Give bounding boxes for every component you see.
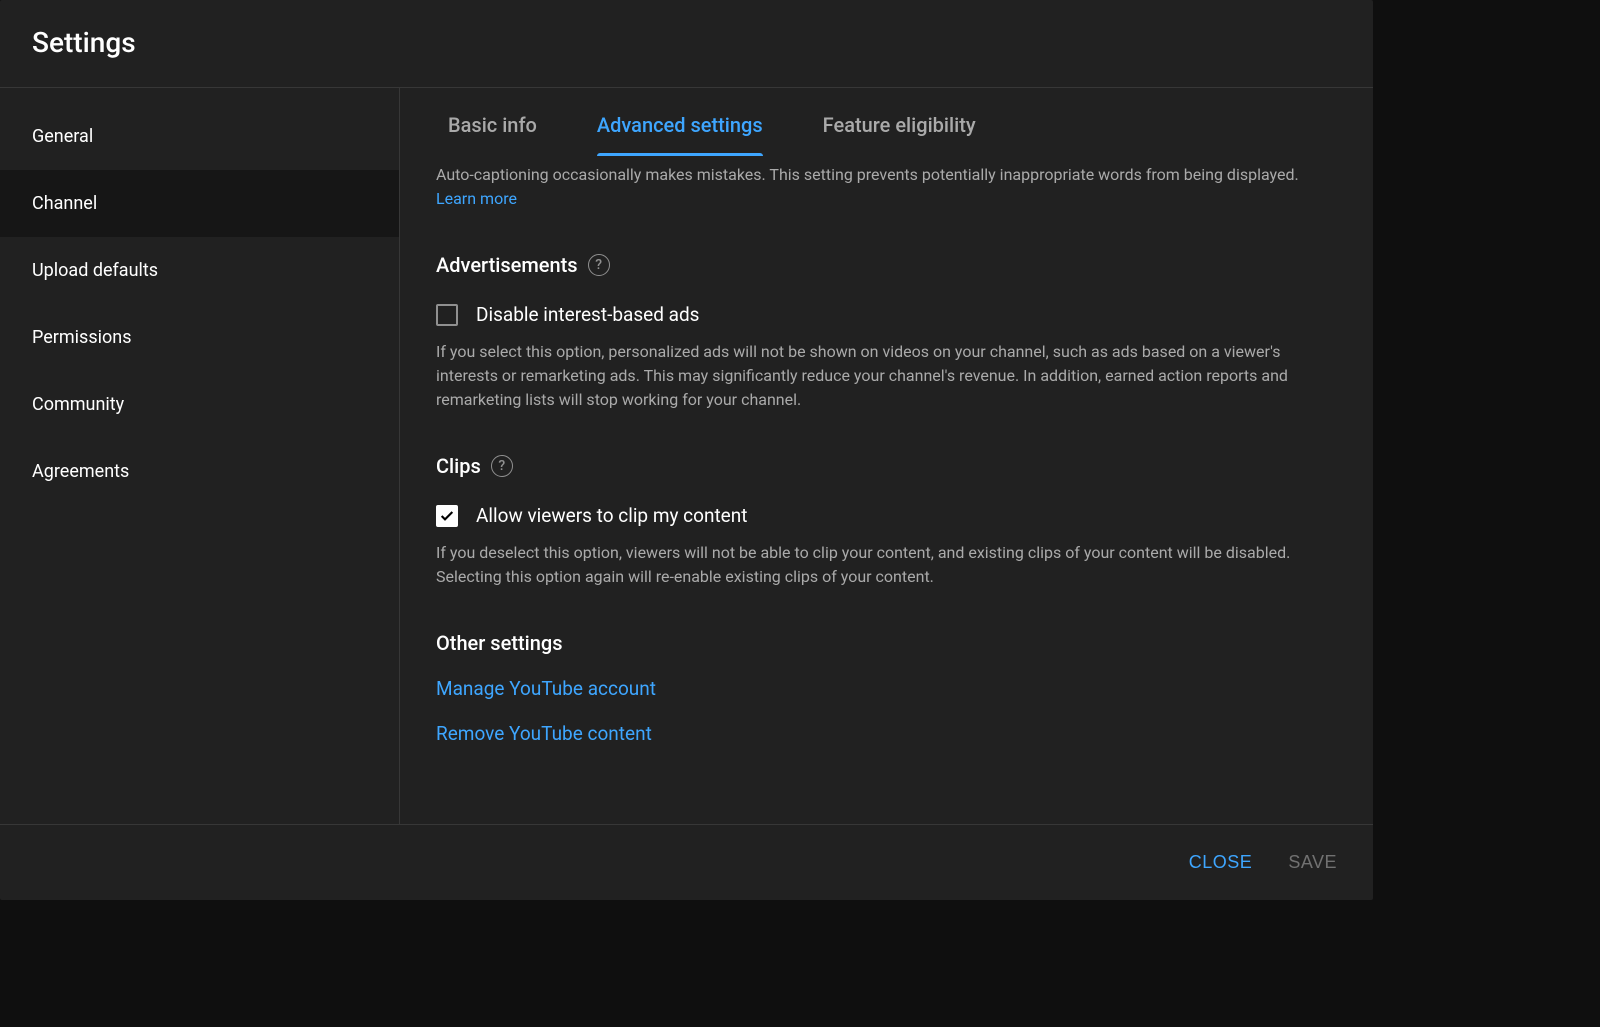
settings-scroll-area[interactable]: Auto-captioning occasionally makes mista… — [400, 155, 1373, 824]
help-icon[interactable]: ? — [588, 254, 610, 276]
disable-interest-ads-option[interactable]: Disable interest-based ads — [436, 303, 1325, 326]
sidebar-item-channel[interactable]: Channel — [0, 170, 399, 237]
sidebar-item-label: General — [32, 126, 93, 147]
remove-content-link[interactable]: Remove YouTube content — [436, 722, 1325, 745]
allow-clips-checkbox[interactable] — [436, 505, 458, 527]
sidebar-item-label: Community — [32, 394, 124, 415]
sidebar-item-label: Agreements — [32, 461, 129, 482]
clips-section: Clips ? Allow viewers to clip my content… — [436, 454, 1325, 589]
clips-title: Clips — [436, 454, 481, 478]
save-button: Save — [1288, 852, 1337, 873]
dialog-header: Settings — [0, 0, 1373, 88]
other-settings-section: Other settings Manage YouTube account Re… — [436, 631, 1325, 745]
advertisements-title: Advertisements — [436, 253, 578, 277]
help-icon[interactable]: ? — [491, 455, 513, 477]
section-title-row: Clips ? — [436, 454, 1325, 478]
manage-account-link[interactable]: Manage YouTube account — [436, 677, 1325, 700]
autocaption-hint-text: Auto-captioning occasionally makes mista… — [436, 165, 1299, 184]
learn-more-link[interactable]: Learn more — [436, 189, 517, 208]
dialog-body: General Channel Upload defaults Permissi… — [0, 88, 1373, 824]
settings-sidebar: General Channel Upload defaults Permissi… — [0, 88, 400, 824]
tab-basic-info[interactable]: Basic info — [448, 113, 537, 155]
dialog-footer: Close Save — [0, 824, 1373, 900]
tab-bar: Basic info Advanced settings Feature eli… — [400, 88, 1373, 155]
sidebar-item-permissions[interactable]: Permissions — [0, 304, 399, 371]
advertisements-description: If you select this option, personalized … — [436, 340, 1325, 412]
tab-advanced-settings[interactable]: Advanced settings — [597, 113, 763, 155]
sidebar-item-label: Upload defaults — [32, 260, 158, 281]
tab-label: Advanced settings — [597, 113, 763, 137]
allow-clips-option[interactable]: Allow viewers to clip my content — [436, 504, 1325, 527]
sidebar-item-label: Permissions — [32, 327, 132, 348]
dialog-title: Settings — [32, 26, 1341, 59]
other-settings-title: Other settings — [436, 631, 1325, 655]
settings-content: Basic info Advanced settings Feature eli… — [400, 88, 1373, 824]
settings-dialog: Settings General Channel Upload defaults… — [0, 0, 1373, 900]
tab-label: Feature eligibility — [823, 113, 976, 137]
advertisements-section: Advertisements ? Disable interest-based … — [436, 253, 1325, 412]
allow-clips-label: Allow viewers to clip my content — [476, 504, 747, 527]
close-button[interactable]: Close — [1189, 852, 1253, 873]
disable-interest-ads-label: Disable interest-based ads — [476, 303, 700, 326]
other-settings-links: Manage YouTube account Remove YouTube co… — [436, 677, 1325, 745]
checkmark-icon — [439, 508, 455, 524]
tab-feature-eligibility[interactable]: Feature eligibility — [823, 113, 976, 155]
sidebar-item-general[interactable]: General — [0, 103, 399, 170]
tab-label: Basic info — [448, 113, 537, 137]
sidebar-item-upload-defaults[interactable]: Upload defaults — [0, 237, 399, 304]
section-title-row: Advertisements ? — [436, 253, 1325, 277]
sidebar-item-community[interactable]: Community — [0, 371, 399, 438]
sidebar-item-agreements[interactable]: Agreements — [0, 438, 399, 505]
sidebar-item-label: Channel — [32, 193, 97, 214]
autocaption-hint: Auto-captioning occasionally makes mista… — [436, 163, 1325, 211]
clips-description: If you deselect this option, viewers wil… — [436, 541, 1325, 589]
disable-interest-ads-checkbox[interactable] — [436, 304, 458, 326]
